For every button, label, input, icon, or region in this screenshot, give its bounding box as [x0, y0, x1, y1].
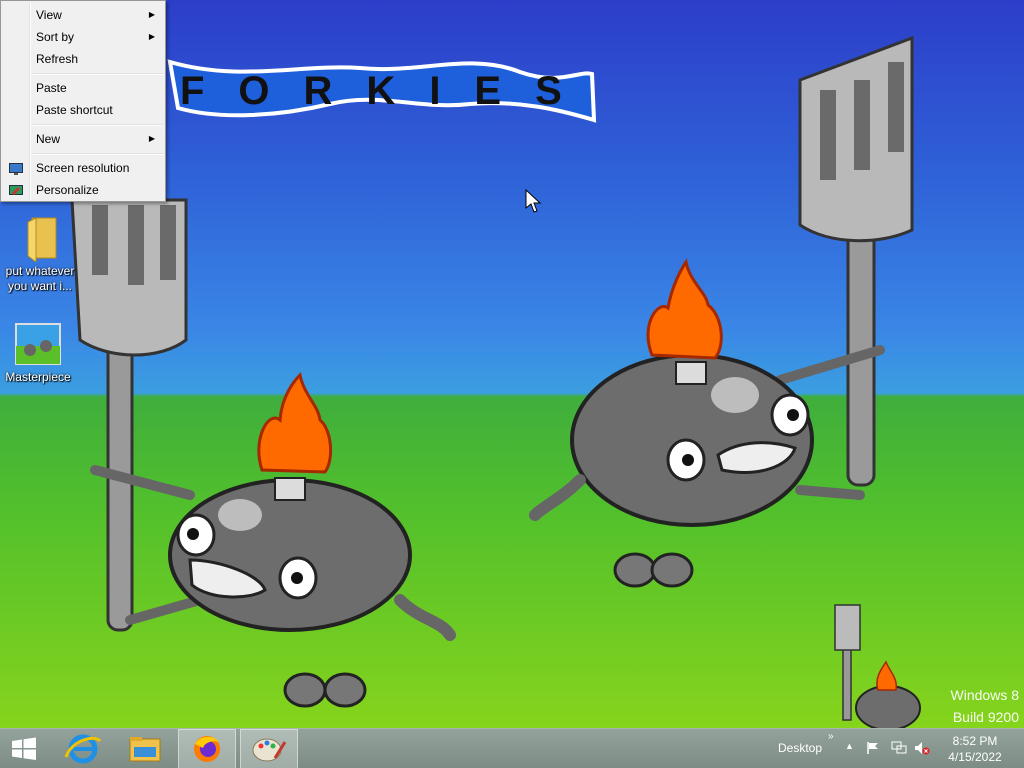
monitor-icon: [9, 161, 23, 175]
menu-separator: [31, 73, 163, 75]
banner-text: FORKIES: [180, 69, 596, 113]
small-bomb-character: [834, 604, 921, 728]
desktop-icon-masterpiece[interactable]: Masterpiece: [0, 320, 78, 385]
desktop[interactable]: FORKIES put whatever you want i... Maste…: [0, 0, 1024, 728]
forkies-banner: FORKIES: [167, 59, 597, 123]
menu-item-personalize[interactable]: Personalize: [3, 179, 163, 201]
submenu-arrow-icon: ▶: [148, 134, 155, 143]
menu-item-label: Refresh: [36, 52, 79, 66]
menu-item-view[interactable]: View ▶: [3, 4, 163, 26]
taskbar-file-explorer[interactable]: [116, 729, 174, 768]
windows-watermark: Windows 8 Build 9200: [951, 684, 1019, 728]
menu-item-label: Sort by: [36, 30, 75, 44]
taskbar-firefox[interactable]: [178, 729, 236, 768]
clock-time: 8:52 PM: [952, 734, 998, 748]
start-button[interactable]: [0, 729, 50, 768]
desktop-context-menu: View ▶ Sort by ▶ Refresh Paste Paste sho…: [0, 0, 166, 202]
right-fork: [798, 35, 914, 487]
left-bomb-character: [90, 371, 456, 708]
desktop-icon-label: put whatever you want i...: [5, 264, 75, 293]
desktop-icon-label: Masterpiece: [5, 370, 71, 384]
network-icon[interactable]: [891, 741, 907, 760]
paint-icon: [252, 738, 287, 762]
toolbar-chevron-icon[interactable]: »: [828, 731, 834, 742]
menu-item-label: New: [36, 132, 61, 146]
right-bomb-character: [529, 258, 885, 588]
desktop-icon-folder[interactable]: put whatever you want i...: [0, 214, 80, 294]
taskbar: Desktop » ▲ 8:52 PM 4/15/2022: [0, 728, 1024, 768]
file-explorer-icon: [129, 737, 161, 762]
watermark-line2: Build 9200: [952, 709, 1019, 725]
left-fork: [70, 198, 188, 632]
firefox-icon: [194, 736, 220, 762]
menu-item-paste[interactable]: Paste: [3, 77, 163, 99]
menu-item-refresh[interactable]: Refresh: [3, 48, 163, 70]
clock-date: 4/15/2022: [948, 750, 1002, 764]
menu-item-new[interactable]: New ▶: [3, 128, 163, 150]
menu-item-label: Paste: [36, 81, 67, 95]
menu-separator: [31, 153, 163, 155]
menu-item-sort-by[interactable]: Sort by ▶: [3, 26, 163, 48]
show-hidden-icons-icon[interactable]: ▲: [845, 741, 854, 751]
submenu-arrow-icon: ▶: [148, 10, 155, 19]
volume-muted-icon[interactable]: [914, 741, 930, 760]
clock[interactable]: 8:52 PM 4/15/2022: [940, 733, 1010, 765]
action-center-flag-icon[interactable]: [866, 741, 880, 760]
submenu-arrow-icon: ▶: [148, 32, 155, 41]
menu-item-paste-shortcut[interactable]: Paste shortcut: [3, 99, 163, 121]
image-file-icon: [14, 320, 62, 368]
folder-icon: [16, 214, 64, 263]
menu-item-screen-resolution[interactable]: Screen resolution: [3, 157, 163, 179]
menu-item-label: Paste shortcut: [36, 103, 113, 117]
watermark-line1: Windows 8: [950, 687, 1019, 703]
menu-separator: [31, 124, 163, 126]
windows-logo-icon: [12, 737, 36, 760]
personalize-icon: [9, 183, 23, 196]
internet-explorer-icon: [64, 734, 102, 764]
menu-item-label: Personalize: [36, 183, 99, 197]
mouse-cursor-icon: [525, 188, 542, 213]
taskbar-internet-explorer[interactable]: [54, 729, 112, 768]
taskbar-paint[interactable]: [240, 729, 298, 768]
menu-item-label: Screen resolution: [36, 161, 130, 175]
desktop-toolbar-label[interactable]: Desktop: [778, 741, 822, 755]
menu-item-label: View: [36, 8, 62, 22]
